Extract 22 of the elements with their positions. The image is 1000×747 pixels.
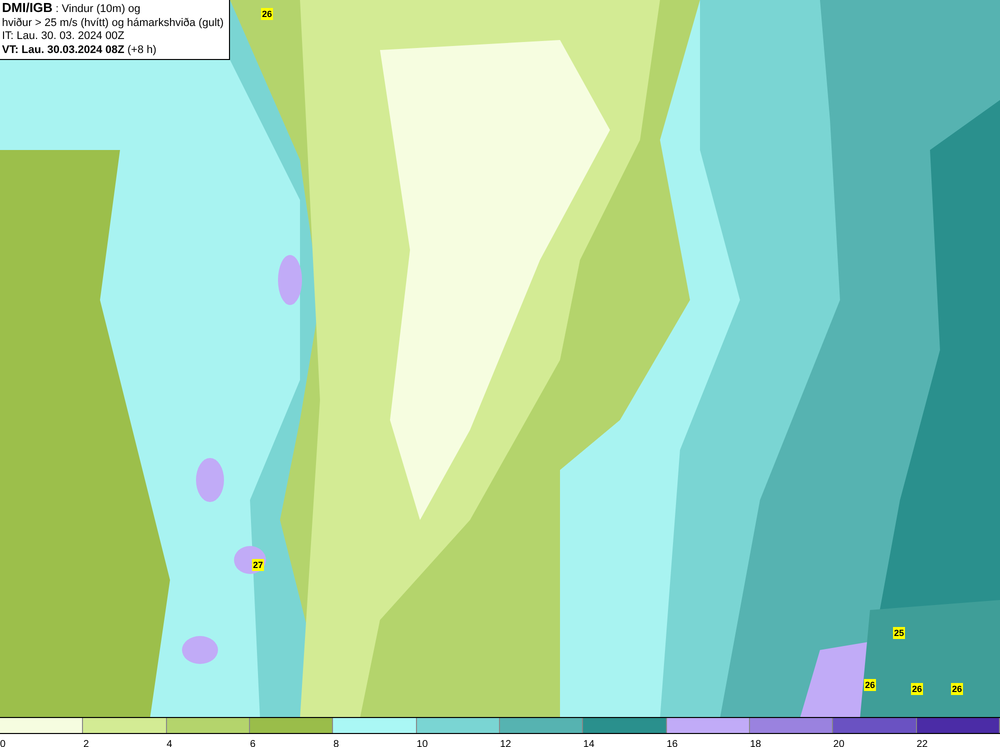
chart-title: DMI/IGB : Vindur (10m) og <box>2 1 142 16</box>
gust-value-label: 27 <box>252 559 264 571</box>
colorbar-tick-label: 4 <box>166 739 172 747</box>
gust-value-label: 25 <box>893 627 906 639</box>
colorbar-tick-label: 0 <box>0 739 6 747</box>
colorbar-tick-label: 22 <box>916 739 928 747</box>
colorbar-tick-label: 12 <box>500 739 512 747</box>
colorbar-tick-label: 2 <box>83 739 89 747</box>
colorbar-tick-label: 20 <box>833 739 844 747</box>
colorbar-tick-label: 10 <box>416 739 428 747</box>
colorbar-tick-label: 14 <box>583 739 594 747</box>
colorbar-tick-label: 16 <box>666 739 678 747</box>
gust-value-label: 26 <box>864 679 876 691</box>
colorbar-tick-label: 6 <box>250 739 256 747</box>
chart-subtitle: hviður > 25 m/s (hvítt) og hámarkshviða (gult) <box>2 16 225 30</box>
colorbar-tick-label: 8 <box>333 739 339 747</box>
gust-value-label: 26 <box>261 8 274 20</box>
gust-value-label: 26 <box>951 683 964 695</box>
colorbar-tick-label: 18 <box>750 739 762 747</box>
valid-time: VT: Lau. 30.03.2024 08Z (+8 h) <box>2 44 158 57</box>
gust-value-label: 26 <box>911 683 924 695</box>
issue-time: IT: Lau. 30. 03. 2024 00Z <box>2 30 126 44</box>
